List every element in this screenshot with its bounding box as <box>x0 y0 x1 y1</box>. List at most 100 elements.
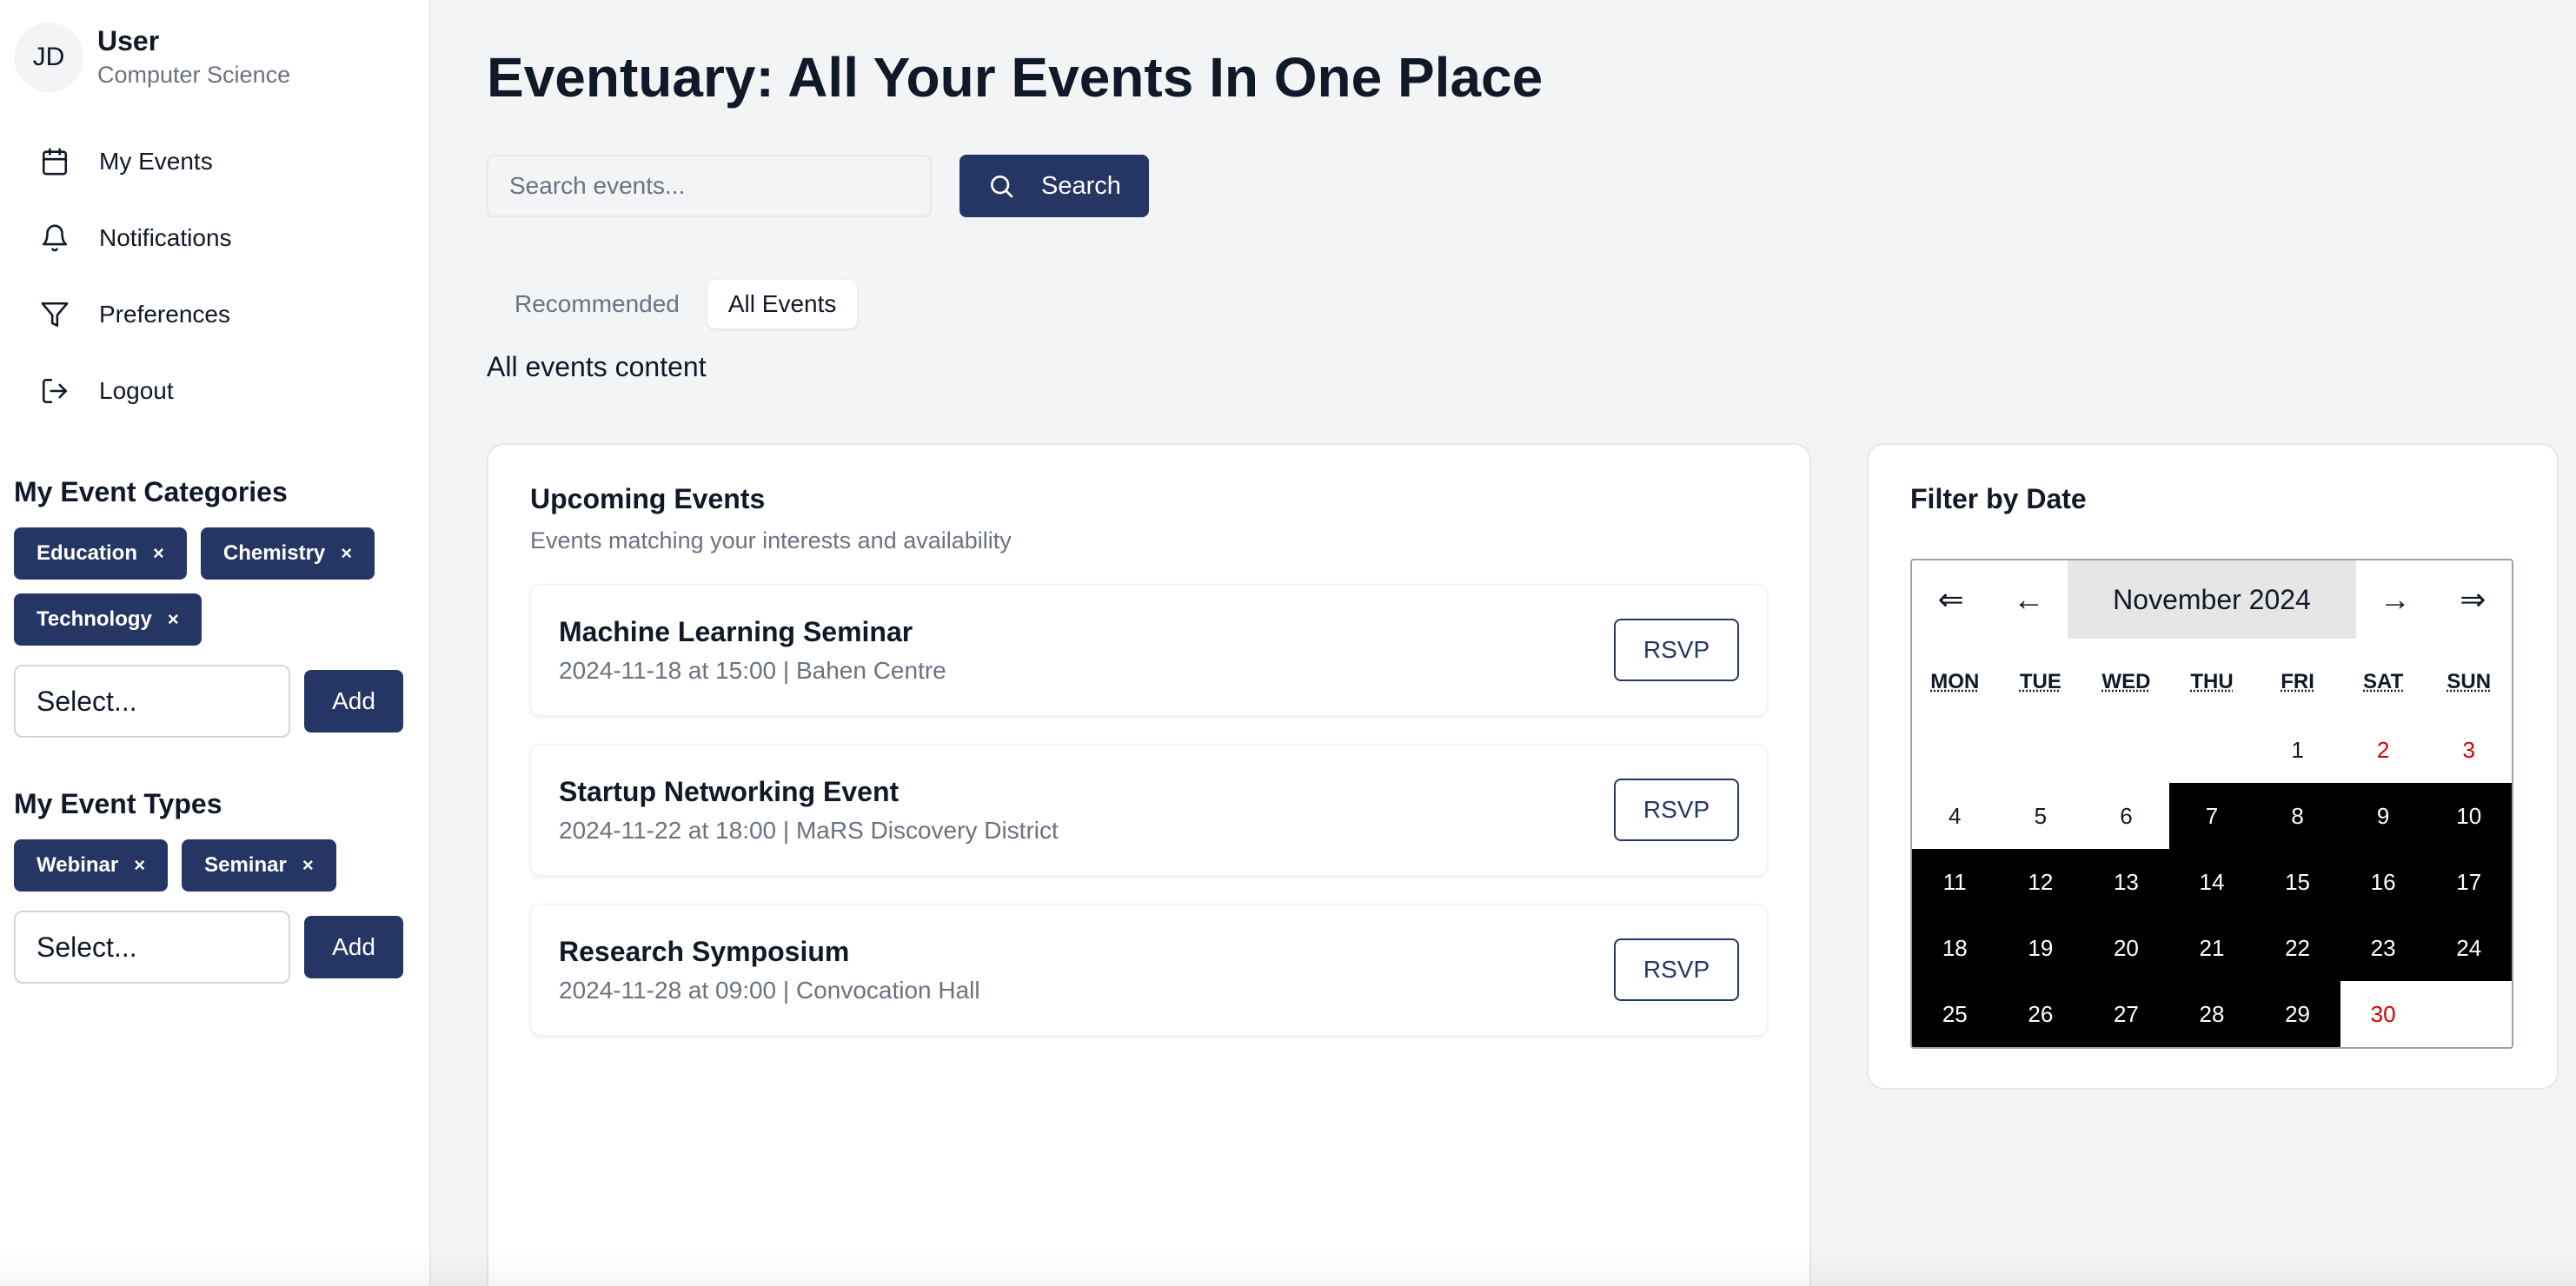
category-chip: Technology × <box>14 593 202 646</box>
calendar-day[interactable]: 20 <box>2083 915 2169 981</box>
nav-label: Notifications <box>99 224 232 252</box>
calendar-day[interactable]: 25 <box>1912 981 1998 1047</box>
calendar-day[interactable]: 12 <box>1998 849 2084 915</box>
filter-by-date-title: Filter by Date <box>1910 483 2515 515</box>
calendar-day[interactable]: 23 <box>2340 915 2427 981</box>
chip-remove-icon[interactable]: × <box>168 608 179 631</box>
next-month-button[interactable]: → <box>2356 560 2433 639</box>
calendar-day[interactable]: 30 <box>2340 981 2427 1047</box>
calendar-day[interactable]: 15 <box>2254 849 2340 915</box>
avatar: JD <box>14 23 83 92</box>
calendar-day[interactable]: 3 <box>2426 717 2512 783</box>
calendar-day[interactable]: 18 <box>1912 915 1998 981</box>
chip-remove-icon[interactable]: × <box>302 854 314 877</box>
sidebar-nav: My Events Notifications Preferences Logo… <box>14 123 415 429</box>
calendar-day[interactable]: 21 <box>2169 915 2255 981</box>
upcoming-events-card: Upcoming Events Events matching your int… <box>487 443 1811 1286</box>
calendar-day[interactable]: 29 <box>2254 981 2340 1047</box>
chip-label: Technology <box>37 607 152 632</box>
prev-year-button[interactable]: ⇐ <box>1912 560 1989 639</box>
calendar-day[interactable]: 19 <box>1998 915 2084 981</box>
nav-logout[interactable]: Logout <box>14 353 415 429</box>
category-chips: Education × Chemistry × Technology × <box>14 527 422 646</box>
weekday-label: SAT <box>2340 670 2427 705</box>
weekday-label: MON <box>1912 670 1998 705</box>
tab-all-events[interactable]: All Events <box>707 280 858 328</box>
calendar-day[interactable]: 2 <box>2340 717 2427 783</box>
nav-preferences[interactable]: Preferences <box>14 276 415 353</box>
event-meta: 2024-11-18 at 15:00 | Bahen Centre <box>559 657 946 685</box>
chip-label: Chemistry <box>223 541 325 566</box>
type-chip: Webinar × <box>14 839 168 892</box>
calendar-day-empty <box>2426 981 2512 1047</box>
event-meta: 2024-11-22 at 18:00 | MaRS Discovery Dis… <box>559 817 1059 845</box>
nav-label: Preferences <box>99 301 230 328</box>
calendar-day[interactable]: 1 <box>2254 717 2340 783</box>
search-icon <box>987 172 1015 200</box>
calendar-day[interactable]: 17 <box>2426 849 2512 915</box>
search-button[interactable]: Search <box>959 155 1149 217</box>
user-name: User <box>97 23 290 58</box>
type-add-row: Select... Add <box>14 911 415 984</box>
weekday-label: FRI <box>2254 670 2340 705</box>
add-category-button[interactable]: Add <box>304 670 403 732</box>
type-select[interactable]: Select... <box>14 911 290 984</box>
calendar-day[interactable]: 10 <box>2426 783 2512 849</box>
categories-title: My Event Categories <box>14 476 415 508</box>
calendar-day[interactable]: 11 <box>1912 849 1998 915</box>
calendar-day[interactable]: 6 <box>2083 783 2169 849</box>
rsvp-button[interactable]: RSVP <box>1614 779 1739 841</box>
rsvp-button[interactable]: RSVP <box>1614 619 1739 681</box>
calendar-day[interactable]: 14 <box>2169 849 2255 915</box>
chip-label: Webinar <box>37 853 118 878</box>
add-type-button[interactable]: Add <box>304 916 403 978</box>
rsvp-button[interactable]: RSVP <box>1614 938 1739 1001</box>
calendar-day[interactable]: 22 <box>2254 915 2340 981</box>
search-bar: Search <box>487 155 2555 217</box>
search-button-label: Search <box>1041 172 1121 201</box>
type-chips: Webinar × Seminar × <box>14 839 422 892</box>
calendar-day[interactable]: 28 <box>2169 981 2255 1047</box>
calendar-day-empty <box>2083 717 2169 783</box>
chip-label: Education <box>37 541 137 566</box>
chip-label: Seminar <box>204 853 287 878</box>
event-name: Startup Networking Event <box>559 776 1059 808</box>
calendar-day[interactable]: 8 <box>2254 783 2340 849</box>
chip-remove-icon[interactable]: × <box>134 854 145 877</box>
nav-my-events[interactable]: My Events <box>14 123 415 200</box>
calendar-day[interactable]: 16 <box>2340 849 2427 915</box>
calendar-day[interactable]: 13 <box>2083 849 2169 915</box>
calendar-day[interactable]: 26 <box>1998 981 2084 1047</box>
tab-content: All events content <box>487 351 2555 383</box>
user-department: Computer Science <box>97 58 290 91</box>
tab-recommended[interactable]: Recommended <box>487 280 707 328</box>
chip-remove-icon[interactable]: × <box>153 542 164 565</box>
event-list: Machine Learning Seminar 2024-11-18 at 1… <box>530 584 1768 1036</box>
calendar-day-empty <box>1912 717 1998 783</box>
search-input[interactable] <box>487 155 932 217</box>
event-name: Machine Learning Seminar <box>559 616 946 648</box>
prev-month-button[interactable]: ← <box>1989 560 2067 639</box>
calendar-day[interactable]: 9 <box>2340 783 2427 849</box>
filter-icon <box>40 300 70 329</box>
calendar-day-empty <box>1998 717 2084 783</box>
next-year-button[interactable]: ⇒ <box>2434 560 2512 639</box>
calendar: ⇐ ← November 2024 → ⇒ MON TUE WED THU FR… <box>1910 559 2513 1049</box>
user-profile: JD User Computer Science <box>14 23 415 92</box>
calendar-day[interactable]: 4 <box>1912 783 1998 849</box>
calendar-weekdays: MON TUE WED THU FRI SAT SUN <box>1912 670 2512 705</box>
category-select[interactable]: Select... <box>14 665 290 738</box>
chip-remove-icon[interactable]: × <box>341 542 352 565</box>
calendar-day[interactable]: 5 <box>1998 783 2084 849</box>
types-title: My Event Types <box>14 788 415 820</box>
type-chip: Seminar × <box>182 839 336 892</box>
calendar-days: 1 2 3 4 5 6 7 8 9 10 11 12 13 14 15 16 17 18 19 20 21 22 23 24 2… <box>1912 717 2512 1047</box>
nav-label: My Events <box>99 148 213 176</box>
calendar-day[interactable]: 7 <box>2169 783 2255 849</box>
calendar-day[interactable]: 27 <box>2083 981 2169 1047</box>
main-content: Eventuary: All Your Events In One Place … <box>487 0 2555 383</box>
calendar-month-label[interactable]: November 2024 <box>2068 560 2356 639</box>
weekday-label: WED <box>2083 670 2169 705</box>
calendar-day[interactable]: 24 <box>2426 915 2512 981</box>
nav-notifications[interactable]: Notifications <box>14 200 415 276</box>
